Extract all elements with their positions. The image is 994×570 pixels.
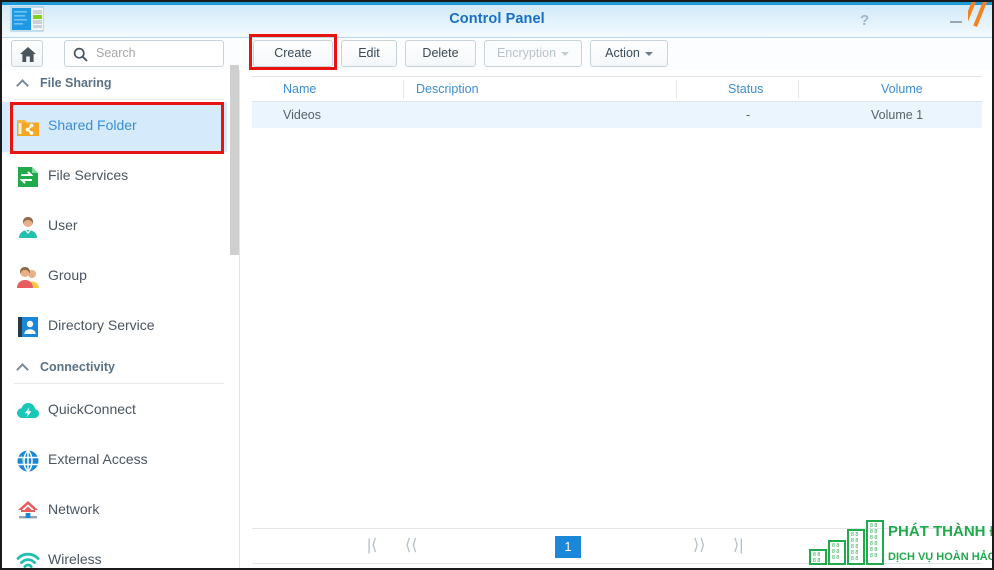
shared-folder-highlight bbox=[10, 102, 224, 154]
sidebar-item-label: Wireless bbox=[48, 551, 102, 567]
column-header-volume[interactable]: Volume bbox=[881, 77, 923, 101]
last-page-icon[interactable]: ⟩| bbox=[733, 536, 743, 556]
sidebar-group-file-sharing[interactable]: File Sharing bbox=[2, 70, 227, 100]
next-page-icon[interactable]: ⟩⟩ bbox=[693, 536, 705, 556]
sidebar-group-connectivity[interactable]: Connectivity bbox=[2, 354, 227, 384]
help-icon[interactable]: ? bbox=[860, 12, 869, 29]
delete-button[interactable]: Delete bbox=[405, 40, 476, 67]
column-header-name[interactable]: Name bbox=[283, 77, 316, 101]
user-icon bbox=[16, 215, 40, 239]
page-title: Control Panel bbox=[449, 11, 545, 27]
button-label: Action bbox=[605, 46, 640, 60]
chevron-up-icon bbox=[16, 79, 29, 92]
first-page-icon[interactable]: |⟨ bbox=[367, 536, 377, 556]
sidebar-item-user[interactable]: User bbox=[2, 202, 227, 252]
control-panel-window: Control Panel ? Search Create Edit Delete E… bbox=[0, 0, 994, 570]
watermark-line-2: DỊCH VỤ HOÀN HẢO bbox=[888, 550, 994, 563]
watermark-logo: 8 88 8 8 88 88 8 8 88 8 8 88 88 8 8 88 8… bbox=[808, 520, 994, 566]
sidebar-scrollbar[interactable] bbox=[230, 65, 239, 255]
external-access-icon bbox=[16, 449, 40, 473]
cell-volume: Volume 1 bbox=[871, 108, 924, 122]
sidebar-item-label: Group bbox=[48, 267, 87, 283]
column-divider[interactable] bbox=[676, 80, 677, 99]
cell-status: - bbox=[746, 108, 751, 122]
watermark-line-1: PHÁT THÀNH ĐẠT bbox=[888, 523, 994, 540]
cell-name: Videos bbox=[283, 108, 321, 122]
sidebar-item-label: External Access bbox=[48, 451, 148, 467]
column-divider[interactable] bbox=[403, 80, 404, 99]
sidebar-item-file-services[interactable]: File Services bbox=[2, 152, 227, 202]
sidebar-item-label: QuickConnect bbox=[48, 401, 136, 417]
content-toolbar: CreateEditDeleteEncryptionAction Search bbox=[241, 38, 992, 70]
window-titlebar: Control Panel ? bbox=[2, 2, 992, 38]
sidebar-item-label: File Services bbox=[48, 167, 129, 183]
quickconnect-icon bbox=[16, 399, 40, 423]
current-page-number[interactable]: 1 bbox=[555, 536, 581, 558]
sidebar-item-external-access[interactable]: External Access bbox=[2, 436, 227, 486]
button-label: Delete bbox=[422, 46, 459, 60]
svg-text:8 8: 8 8 bbox=[813, 558, 820, 564]
sidebar-toolbar: Search bbox=[2, 38, 240, 70]
button-label: Encryption bbox=[496, 46, 557, 60]
wireless-icon bbox=[16, 549, 40, 568]
search-icon bbox=[73, 47, 88, 62]
create-button-highlight bbox=[249, 34, 337, 70]
sidebar-item-label: Network bbox=[48, 501, 100, 517]
sidebar-item-label: Directory Service bbox=[48, 317, 155, 333]
file-services-icon bbox=[16, 165, 40, 189]
home-icon bbox=[20, 47, 36, 62]
sidebar-group-label: Connectivity bbox=[40, 360, 116, 374]
encryption-button: Encryption bbox=[484, 40, 582, 67]
svg-text:8 8: 8 8 bbox=[832, 555, 839, 561]
sidebar-item-quickconnect[interactable]: QuickConnect bbox=[2, 386, 227, 436]
column-header-description[interactable]: Description bbox=[416, 77, 479, 101]
minimize-icon[interactable] bbox=[950, 21, 962, 23]
sidebar-group-label: File Sharing bbox=[40, 76, 112, 90]
sidebar-group-divider bbox=[14, 99, 224, 100]
sidebar-item-group[interactable]: Group bbox=[2, 252, 227, 302]
titlebar-accent-line bbox=[2, 2, 992, 5]
sidebar-search-input[interactable]: Search bbox=[64, 40, 224, 67]
edit-button[interactable]: Edit bbox=[341, 40, 397, 67]
home-button[interactable] bbox=[11, 40, 43, 67]
svg-text:8 8: 8 8 bbox=[870, 553, 877, 559]
action-button[interactable]: Action bbox=[590, 40, 668, 67]
restore-icon[interactable] bbox=[968, 2, 992, 30]
sidebar-item-label: User bbox=[48, 217, 78, 233]
network-icon bbox=[16, 499, 40, 523]
sidebar-item-network[interactable]: Network bbox=[2, 486, 227, 536]
chevron-down-icon bbox=[561, 51, 570, 56]
chevron-down-icon bbox=[644, 51, 653, 56]
column-divider[interactable] bbox=[798, 80, 799, 99]
column-header-status[interactable]: Status bbox=[728, 77, 763, 101]
sidebar-search-placeholder: Search bbox=[96, 46, 136, 60]
chevron-up-icon bbox=[16, 363, 29, 376]
sidebar-item-directory-service[interactable]: Directory Service bbox=[2, 302, 227, 352]
shared-folder-table: Name Description Status Volume Videos - Volum… bbox=[241, 70, 992, 568]
directory-service-icon bbox=[16, 315, 40, 339]
table-row[interactable]: Videos - Volume 1 bbox=[252, 102, 982, 128]
svg-text:8 8: 8 8 bbox=[851, 556, 858, 562]
prev-page-icon[interactable]: ⟨⟨ bbox=[405, 536, 417, 556]
sidebar-item-wireless[interactable]: Wireless bbox=[2, 536, 227, 568]
sidebar-group-divider bbox=[14, 383, 224, 384]
group-icon bbox=[16, 265, 40, 289]
table-header-row: Name Description Status Volume bbox=[252, 76, 982, 102]
button-label: Edit bbox=[358, 46, 380, 60]
